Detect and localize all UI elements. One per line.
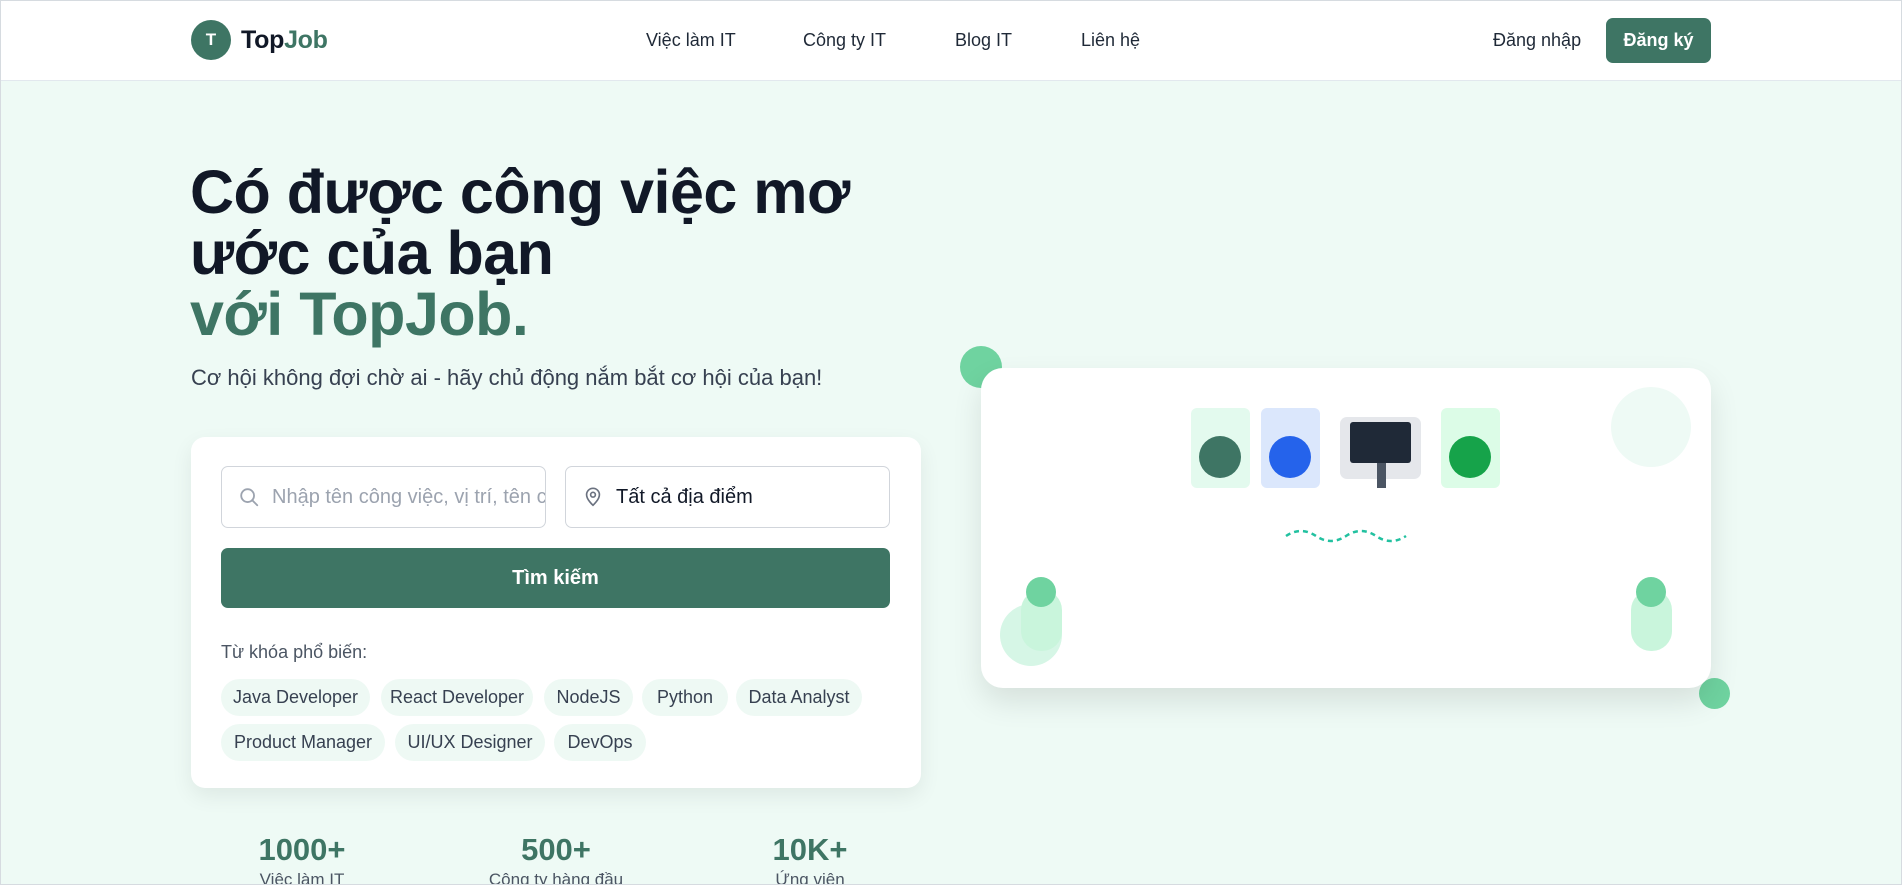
brand-logo[interactable]: T TopJob — [191, 20, 328, 60]
nav-item-it-companies[interactable]: Công ty IT — [803, 30, 886, 51]
stat-value: 10K+ — [772, 832, 848, 867]
keyword-chip[interactable]: Python — [642, 679, 728, 716]
hero-illustration — [981, 368, 1711, 688]
keyword-chip[interactable]: Data Analyst — [736, 679, 862, 716]
logo-icon: T — [191, 20, 231, 60]
location-pin-icon — [585, 487, 601, 507]
search-card: Tìm kiếm Từ khóa phổ biến: Java Develope… — [191, 437, 921, 788]
brand-name-part2: Job — [284, 25, 328, 54]
keyword-chip[interactable]: React Developer — [381, 679, 533, 716]
nav-item-it-jobs[interactable]: Việc làm IT — [646, 30, 736, 51]
keyword-chip[interactable]: UI/UX Designer — [395, 724, 545, 761]
login-link[interactable]: Đăng nhập — [1493, 30, 1581, 51]
signup-button[interactable]: Đăng ký — [1606, 18, 1711, 63]
keyword-chip[interactable]: Product Manager — [221, 724, 385, 761]
stat-label: Việc làm IT — [259, 870, 345, 885]
hero-title: Có được công việc mơ ước của bạn với Top… — [190, 162, 910, 345]
keyword-chip[interactable]: NodeJS — [544, 679, 633, 716]
stat-value: 1000+ — [258, 832, 346, 867]
stat-label: Công ty hàng đầu — [488, 870, 624, 885]
nav-item-contact[interactable]: Liên hệ — [1081, 30, 1140, 51]
stat-companies: 500+ Công ty hàng đầu — [436, 832, 676, 885]
hero-subtitle: Cơ hội không đợi chờ ai - hãy chủ động n… — [191, 365, 823, 390]
keyword-chip[interactable]: Java Developer — [221, 679, 370, 716]
stat-jobs: 1000+ Việc làm IT — [182, 832, 422, 885]
site-header: T TopJob Việc làm IT Công ty IT Blog IT … — [0, 0, 1902, 81]
location-field[interactable] — [565, 466, 890, 528]
search-button[interactable]: Tìm kiếm — [221, 548, 890, 608]
search-icon — [240, 488, 259, 507]
keyword-input[interactable] — [260, 485, 545, 509]
stat-value: 500+ — [521, 832, 591, 867]
stat-label: Ứng viên — [775, 870, 845, 885]
office-illustration-icon — [1000, 387, 1691, 666]
brand-name: TopJob — [241, 26, 328, 55]
hero-title-accent: với TopJob. — [190, 280, 529, 348]
keyword-field[interactable] — [221, 466, 546, 528]
stat-candidates: 10K+ Ứng viên — [690, 832, 930, 885]
hero-title-main: Có được công việc mơ ước của bạn — [190, 158, 850, 287]
keyword-chip[interactable]: DevOps — [554, 724, 646, 761]
brand-name-part1: Top — [241, 25, 285, 54]
nav-item-it-blog[interactable]: Blog IT — [955, 30, 1012, 51]
location-input[interactable] — [604, 485, 889, 509]
popular-keywords-label: Từ khóa phổ biến: — [221, 642, 368, 662]
